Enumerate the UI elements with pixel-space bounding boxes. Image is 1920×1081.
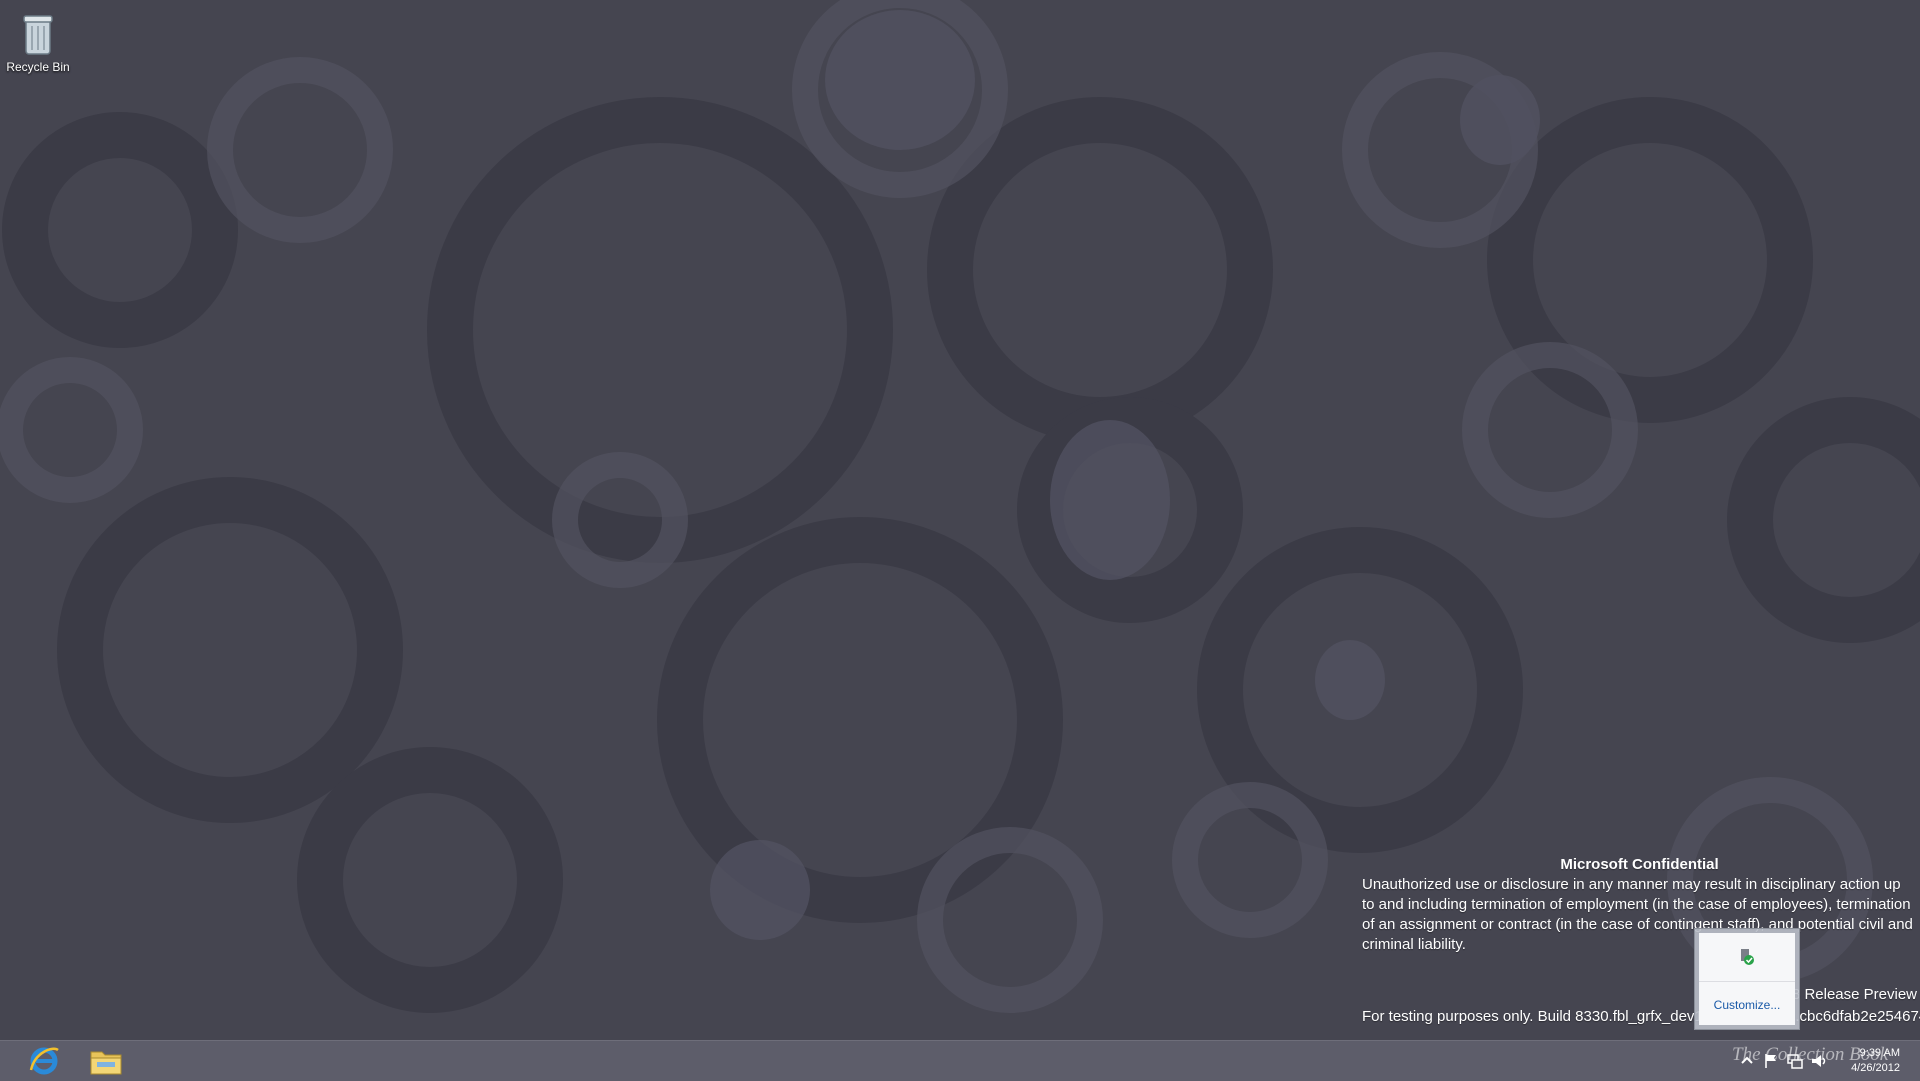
recycle-bin-icon [23,15,53,55]
watermark-body: Unauthorized use or disclosure in any ma… [1362,876,1913,953]
watermark-build: For testing purposes only. Build 8330.fb… [1362,1008,1920,1025]
desktop-watermark: Microsoft Confidential Unauthorized use … [1362,855,1920,1027]
desktop-icon-label: Recycle Bin [6,60,70,74]
overlay-text: The Collection Book [1732,1044,1889,1065]
taskbar: 9:39 AM 4/26/2012 [0,1040,1920,1081]
folder-icon [90,1051,122,1075]
flyout-icon-area [1699,933,1795,982]
watermark-edition: 8 Release Preview [1791,986,1917,1003]
security-shield-icon[interactable] [1737,947,1757,967]
customize-link[interactable]: Customize... [1699,998,1795,1012]
tray-overflow-flyout: Customize... [1694,928,1800,1030]
flyout-panel: Customize... [1699,933,1795,1025]
desktop-icon-recycle-bin[interactable]: Recycle Bin [4,6,72,74]
taskbar-internet-explorer[interactable] [16,1043,72,1079]
taskbar-file-explorer[interactable] [78,1043,134,1079]
ie-icon [29,1047,59,1075]
watermark-title: Microsoft Confidential [1560,856,1719,873]
